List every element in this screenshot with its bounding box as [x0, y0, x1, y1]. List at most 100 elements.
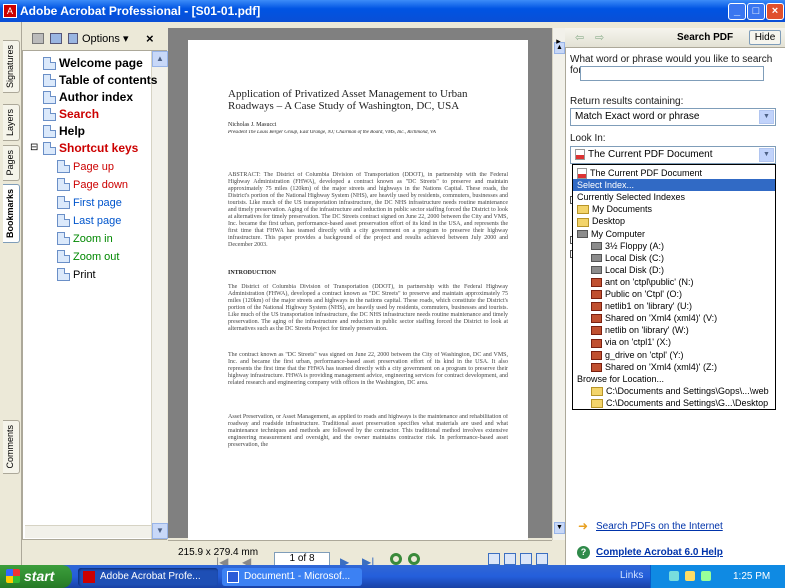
bookmark-item[interactable]: Zoom out: [57, 248, 119, 264]
hide-button[interactable]: Hide: [749, 30, 781, 45]
dropdown-option[interactable]: Local Disk (C:): [573, 252, 775, 264]
tab-pages[interactable]: Pages: [3, 145, 20, 181]
dropdown-option[interactable]: Public on 'Ctpl' (O:): [573, 288, 775, 300]
title-bar: Adobe Acrobat Professional - [S01-01.pdf…: [0, 0, 785, 22]
bookmark-label: Table of contents: [59, 73, 158, 87]
go-back-icon[interactable]: [390, 553, 402, 565]
bookmarks-scrollbar[interactable]: ▲ ▼: [151, 51, 168, 539]
dropdown-option[interactable]: Shared on 'Xml4 (xml4)' (V:): [573, 312, 775, 324]
back-arrow-icon[interactable]: ⇦: [575, 31, 584, 44]
bookmark-item[interactable]: ⊟ Shortcut keys: [30, 140, 138, 156]
minimize-button[interactable]: _: [728, 3, 746, 20]
tab-layers[interactable]: Layers: [3, 104, 20, 142]
scroll-down-arrow[interactable]: ▼: [152, 523, 168, 539]
expand-bookmark-icon[interactable]: [50, 33, 62, 44]
document-vscrollbar[interactable]: ▲ ▼: [552, 28, 565, 540]
return-results-select[interactable]: Match Exact word or phrase ▼: [570, 108, 776, 126]
folder-icon: [591, 386, 603, 396]
go-forward-icon[interactable]: [408, 553, 420, 565]
dropdown-option[interactable]: Shared on 'Xml4 (xml4)' (Z:): [573, 361, 775, 373]
drive-icon: [591, 254, 602, 263]
bookmark-item[interactable]: Welcome page: [43, 55, 143, 71]
search-panel-title: Search PDF: [677, 32, 734, 43]
chevron-down-icon[interactable]: ▼: [759, 110, 774, 124]
bookmark-item[interactable]: Page down: [57, 176, 128, 192]
search-input[interactable]: [580, 66, 764, 81]
dropdown-option-label: via on 'ctpl1' (X:): [605, 337, 671, 348]
acrobat-help-link[interactable]: Complete Acrobat 6.0 Help: [596, 547, 723, 558]
bookmark-label: Page down: [73, 179, 129, 191]
bookmark-item[interactable]: Table of contents: [43, 72, 157, 88]
dropdown-option[interactable]: Browse for Location...: [573, 373, 775, 385]
dropdown-option[interactable]: Local Disk (D:): [573, 264, 775, 276]
links-toolbar[interactable]: Links: [620, 570, 643, 581]
dropdown-option[interactable]: C:\Documents and Settings\G...\Desktop: [573, 397, 775, 409]
search-internet-link[interactable]: Search PDFs on the Internet: [596, 521, 723, 532]
bookmarks-hscrollbar[interactable]: [25, 525, 151, 538]
dropdown-option[interactable]: g_drive on 'ctpl' (Y:): [573, 349, 775, 361]
dropdown-option[interactable]: C:\Documents and Settings\Gops\...\web: [573, 385, 775, 397]
bookmark-item[interactable]: Author index: [43, 89, 133, 105]
paper-affiliation: President The Louis Berger Group, East O…: [228, 130, 436, 135]
dropdown-option-label: My Computer: [591, 228, 646, 239]
close-panel-button[interactable]: ×: [146, 31, 154, 46]
dropdown-option-label: Public on 'Ctpl' (O:): [605, 289, 682, 299]
tab-comments[interactable]: Comments: [3, 420, 20, 474]
folder-icon: [577, 217, 589, 227]
network-icon[interactable]: [669, 571, 679, 581]
dropdown-option[interactable]: netlib on 'library' (W:): [573, 324, 775, 336]
bookmark-item[interactable]: First page: [57, 194, 122, 210]
expand-panel-arrow-icon[interactable]: ▸: [552, 34, 565, 48]
facing-icon[interactable]: [520, 553, 532, 565]
dropdown-option[interactable]: ant on 'ctpl\public' (N:): [573, 276, 775, 288]
continuous-facing-icon[interactable]: [536, 553, 548, 565]
dropdown-option[interactable]: My Computer: [573, 228, 775, 240]
dropdown-option[interactable]: 3½ Floppy (A:): [573, 240, 775, 252]
collapse-toggle-icon[interactable]: ⊟: [30, 140, 38, 156]
tab-signatures[interactable]: Signatures: [3, 40, 20, 94]
bookmark-label: First page: [73, 197, 122, 209]
taskbar-word[interactable]: Document1 - Microsof...: [222, 568, 362, 586]
dropdown-option[interactable]: Select Index...: [573, 179, 775, 192]
bookmark-item[interactable]: Zoom in: [57, 230, 113, 246]
close-button[interactable]: ×: [766, 3, 784, 20]
dropdown-option-label: ant on 'ctpl\public' (N:): [605, 276, 694, 287]
windows-logo-icon: [6, 569, 20, 583]
forward-arrow-icon[interactable]: ⇨: [595, 31, 604, 44]
dropdown-option[interactable]: Currently Selected Indexes: [573, 191, 775, 203]
dropdown-option[interactable]: Desktop: [573, 215, 775, 227]
bookmark-item[interactable]: Search: [43, 106, 99, 122]
bookmark-item[interactable]: Last page: [57, 212, 121, 228]
folder-icon: [591, 399, 603, 409]
scroll-up-arrow[interactable]: ▲: [152, 51, 168, 67]
restore-button[interactable]: □: [747, 3, 765, 20]
volume-icon[interactable]: [685, 571, 695, 581]
network-drive-icon: [591, 302, 602, 312]
look-in-select[interactable]: The Current PDF Document ▼: [570, 146, 776, 164]
single-page-icon[interactable]: [488, 553, 500, 565]
pdf-page: Application of Privatized Asset Manageme…: [188, 40, 528, 540]
dropdown-option[interactable]: via on 'ctpl1' (X:): [573, 336, 775, 348]
dropdown-option[interactable]: netlib1 on 'library' (U:): [573, 300, 775, 312]
acrobat-app-icon[interactable]: A: [3, 4, 17, 18]
taskbar-acrobat[interactable]: Adobe Acrobat Profe...: [78, 568, 218, 586]
bookmark-item[interactable]: Print: [57, 266, 96, 282]
security-icon[interactable]: [701, 571, 711, 581]
bookmark-page-icon: [57, 178, 70, 192]
continuous-icon[interactable]: [504, 553, 516, 565]
tab-bookmarks[interactable]: Bookmarks: [3, 184, 20, 244]
bookmark-page-icon: [43, 125, 56, 139]
chevron-down-icon[interactable]: ▼: [759, 148, 774, 162]
bookmark-item[interactable]: Help: [43, 123, 85, 139]
bookmark-item[interactable]: Page up: [57, 158, 114, 174]
options-menu-button[interactable]: Options ▾: [82, 32, 129, 45]
scroll-down-arrow[interactable]: ▼: [554, 522, 565, 534]
delete-bookmark-icon[interactable]: [32, 33, 44, 44]
bookmark-page-icon: [43, 57, 56, 71]
dropdown-option[interactable]: My Documents: [573, 203, 775, 215]
page-number-field[interactable]: 1 of 8: [274, 552, 330, 566]
network-drive-icon: [591, 326, 602, 336]
help-icon: ?: [577, 546, 590, 559]
bookmark-page-icon: [57, 232, 70, 246]
dropdown-option[interactable]: The Current PDF Document: [573, 167, 775, 180]
